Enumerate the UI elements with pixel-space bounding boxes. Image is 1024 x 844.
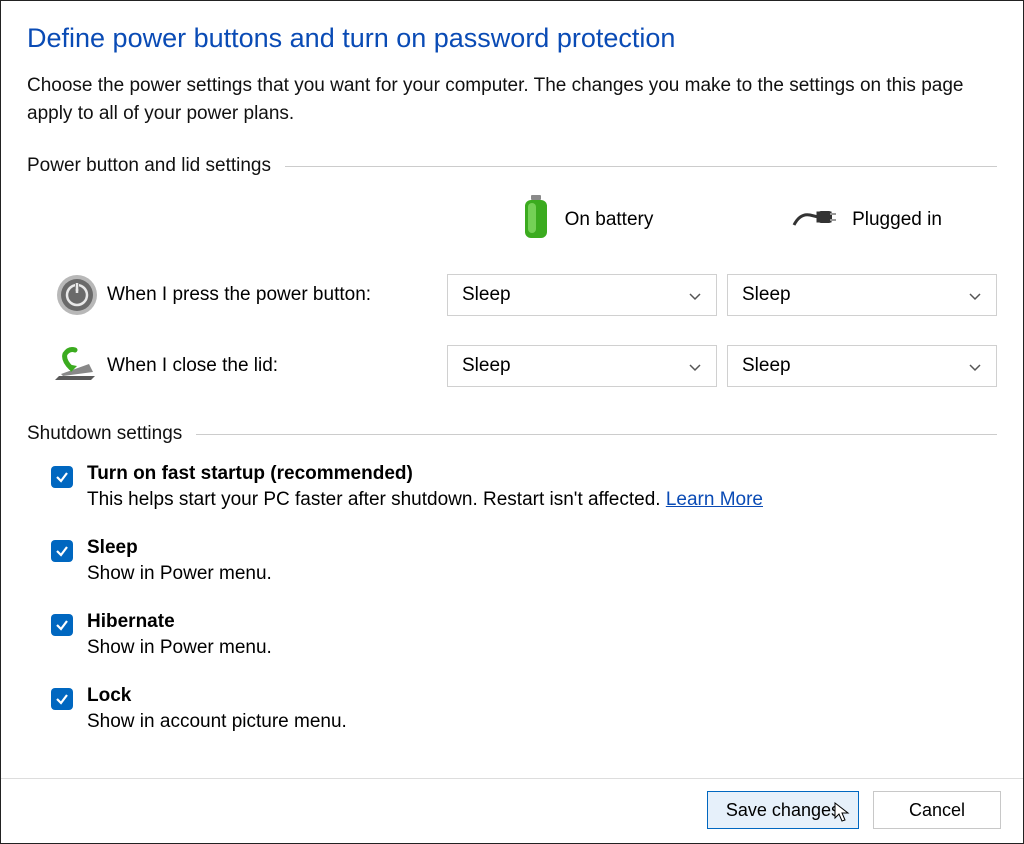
dropdown-power-battery[interactable]: Sleep — [447, 274, 717, 316]
plug-icon — [792, 203, 838, 237]
chevron-down-icon — [688, 288, 702, 302]
hibernate-sub: Show in Power menu. — [87, 637, 997, 659]
footer: Save changes Cancel — [1, 778, 1023, 843]
chevron-down-icon — [968, 288, 982, 302]
battery-icon — [521, 195, 551, 245]
page-description: Choose the power settings that you want … — [27, 72, 997, 127]
page-title: Define power buttons and turn on passwor… — [27, 23, 997, 54]
checkbox-fast-startup[interactable] — [51, 466, 73, 488]
dropdown-lid-plugged[interactable]: Sleep — [727, 345, 997, 387]
row-close-lid-label: When I close the lid: — [107, 355, 447, 377]
learn-more-link[interactable]: Learn More — [666, 489, 763, 510]
sleep-title: Sleep — [87, 537, 997, 559]
dropdown-power-plugged[interactable]: Sleep — [727, 274, 997, 316]
lid-icon — [47, 346, 107, 386]
section-shutdown-label: Shutdown settings — [27, 423, 182, 445]
checkbox-sleep[interactable] — [51, 540, 73, 562]
col-header-battery: On battery — [447, 195, 727, 245]
cursor-icon — [834, 802, 850, 824]
lock-title: Lock — [87, 685, 997, 707]
power-button-icon — [47, 273, 107, 317]
sleep-sub: Show in Power menu. — [87, 563, 997, 585]
col-header-battery-label: On battery — [565, 209, 654, 231]
lock-sub: Show in account picture menu. — [87, 711, 997, 733]
dropdown-power-plugged-value: Sleep — [742, 284, 791, 306]
dropdown-lid-battery[interactable]: Sleep — [447, 345, 717, 387]
checkbox-lock[interactable] — [51, 688, 73, 710]
cancel-button[interactable]: Cancel — [873, 791, 1001, 829]
save-button[interactable]: Save changes — [707, 791, 859, 829]
section-shutdown-header: Shutdown settings — [27, 423, 997, 445]
hibernate-title: Hibernate — [87, 611, 997, 633]
fast-startup-title: Turn on fast startup (recommended) — [87, 463, 997, 485]
dropdown-power-battery-value: Sleep — [462, 284, 511, 306]
divider — [196, 434, 997, 435]
row-power-button-label: When I press the power button: — [107, 284, 447, 306]
col-header-plugged-label: Plugged in — [852, 209, 942, 231]
chevron-down-icon — [968, 359, 982, 373]
chevron-down-icon — [688, 359, 702, 373]
checkbox-hibernate[interactable] — [51, 614, 73, 636]
col-header-plugged: Plugged in — [727, 203, 1007, 237]
fast-startup-sub: This helps start your PC faster after sh… — [87, 489, 997, 511]
section-power-lid-label: Power button and lid settings — [27, 155, 271, 177]
dropdown-lid-plugged-value: Sleep — [742, 355, 791, 377]
dropdown-lid-battery-value: Sleep — [462, 355, 511, 377]
section-power-lid-header: Power button and lid settings — [27, 155, 997, 177]
divider — [285, 166, 997, 167]
